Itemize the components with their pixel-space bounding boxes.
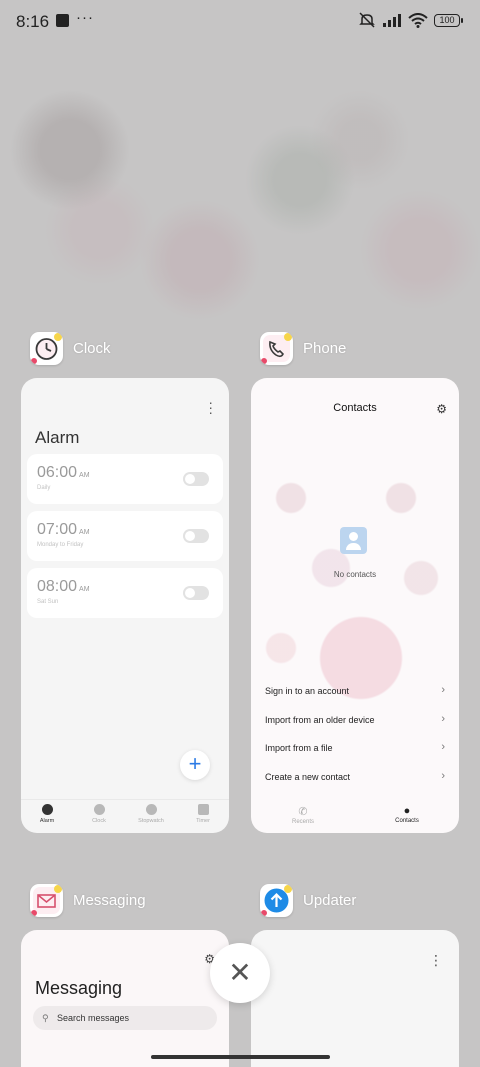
notification-square-icon	[56, 14, 69, 27]
no-contacts-text: No contacts	[333, 570, 377, 579]
chevron-right-icon: ›	[441, 770, 445, 782]
app-header-phone[interactable]: Phone	[260, 332, 346, 365]
chevron-right-icon: ›	[441, 741, 445, 753]
tab-stopwatch[interactable]: Stopwatch	[126, 800, 176, 833]
alarm-repeat: Sat Sun	[37, 599, 59, 605]
alarm-toggle[interactable]	[183, 529, 209, 543]
alarm-item[interactable]: 08:00 AM Sat Sun	[27, 568, 223, 618]
alarm-ampm: AM	[79, 472, 90, 479]
clock-app-icon	[30, 332, 63, 365]
alarm-item[interactable]: 06:00 AM Daily	[27, 454, 223, 504]
more-options-icon[interactable]: ⋮	[429, 952, 443, 969]
signal-icon	[383, 14, 401, 27]
contacts-title: Contacts	[333, 402, 377, 414]
home-indicator[interactable]	[151, 1055, 330, 1059]
sign-in-option[interactable]: Sign in to an account ›	[265, 684, 445, 706]
contact-placeholder-icon	[340, 527, 367, 554]
alarm-repeat: Daily	[37, 485, 51, 491]
battery-icon: 100	[434, 13, 463, 27]
messaging-title: Messaging	[35, 978, 123, 998]
wifi-icon	[408, 12, 428, 28]
tab-clock[interactable]: Clock	[74, 800, 124, 833]
phone-bottom-tabs: ✆ Recents ● Contacts	[251, 799, 459, 833]
search-messages-input[interactable]: ⚲ Search messages	[33, 1006, 217, 1030]
app-name-updater: Updater	[303, 892, 357, 909]
mute-icon	[359, 12, 375, 28]
create-contact-option[interactable]: Create a new contact ›	[265, 770, 445, 792]
status-overflow-icon: ···	[76, 9, 94, 26]
settings-gear-icon[interactable]: ⚙	[436, 402, 447, 416]
phone-app-card[interactable]: Contacts ⚙ No contacts Sign in to an acc…	[251, 378, 459, 833]
add-alarm-button[interactable]: +	[180, 750, 210, 780]
alarm-time: 07:00	[37, 521, 78, 538]
status-icons: 100	[358, 12, 463, 28]
stopwatch-icon	[145, 804, 157, 815]
more-options-icon[interactable]: · · ·	[208, 395, 213, 419]
phone-icon: ✆	[298, 806, 308, 818]
tab-alarm[interactable]: Alarm	[22, 800, 72, 833]
alarm-time: 08:00	[37, 578, 78, 595]
import-file-option[interactable]: Import from a file ›	[265, 741, 445, 763]
app-header-updater[interactable]: Updater	[260, 884, 356, 917]
app-header-messaging[interactable]: Messaging	[30, 884, 146, 917]
clock-app-card[interactable]: · · · Alarm 06:00 AM Daily 07:00 AM Monday t…	[21, 378, 229, 833]
search-icon: ⚲	[42, 1013, 49, 1023]
chevron-right-icon: ›	[441, 713, 445, 725]
alarm-ampm: AM	[79, 586, 90, 593]
alarm-repeat: Monday to Friday	[37, 542, 84, 548]
status-time: 8:16	[16, 12, 50, 31]
app-header-clock[interactable]: Clock	[30, 332, 111, 365]
status-bar: 8:16 ··· 100	[0, 0, 480, 44]
alarm-ampm: AM	[79, 529, 90, 536]
timer-icon	[197, 804, 209, 815]
import-older-device-option[interactable]: Import from an older device ›	[265, 713, 445, 735]
tab-timer[interactable]: Timer	[178, 800, 228, 833]
app-name-phone: Phone	[303, 340, 347, 357]
chevron-right-icon: ›	[441, 684, 445, 696]
app-name-messaging: Messaging	[73, 892, 146, 909]
phone-app-icon	[260, 332, 293, 365]
tab-recents[interactable]: ✆ Recents	[273, 799, 333, 833]
updater-app-card[interactable]: ⋮	[251, 930, 459, 1067]
alarm-item[interactable]: 07:00 AM Monday to Friday	[27, 511, 223, 561]
alarm-time: 06:00	[37, 464, 78, 481]
clock-icon	[93, 804, 105, 815]
alarm-toggle[interactable]	[183, 472, 209, 486]
messaging-app-icon	[30, 884, 63, 917]
clear-all-button[interactable]: ✕	[210, 943, 270, 1003]
alarm-icon	[41, 804, 53, 815]
tab-contacts[interactable]: ● Contacts	[377, 799, 437, 833]
messaging-app-card[interactable]: ⚙ Messaging ⚲ Search messages	[21, 930, 229, 1067]
alarm-title: Alarm	[35, 428, 80, 447]
clock-bottom-tabs: Alarm Clock Stopwatch Timer	[21, 799, 229, 833]
alarm-toggle[interactable]	[183, 586, 209, 600]
updater-app-icon	[260, 884, 293, 917]
person-icon: ●	[403, 805, 411, 817]
app-name-clock: Clock	[73, 340, 111, 357]
